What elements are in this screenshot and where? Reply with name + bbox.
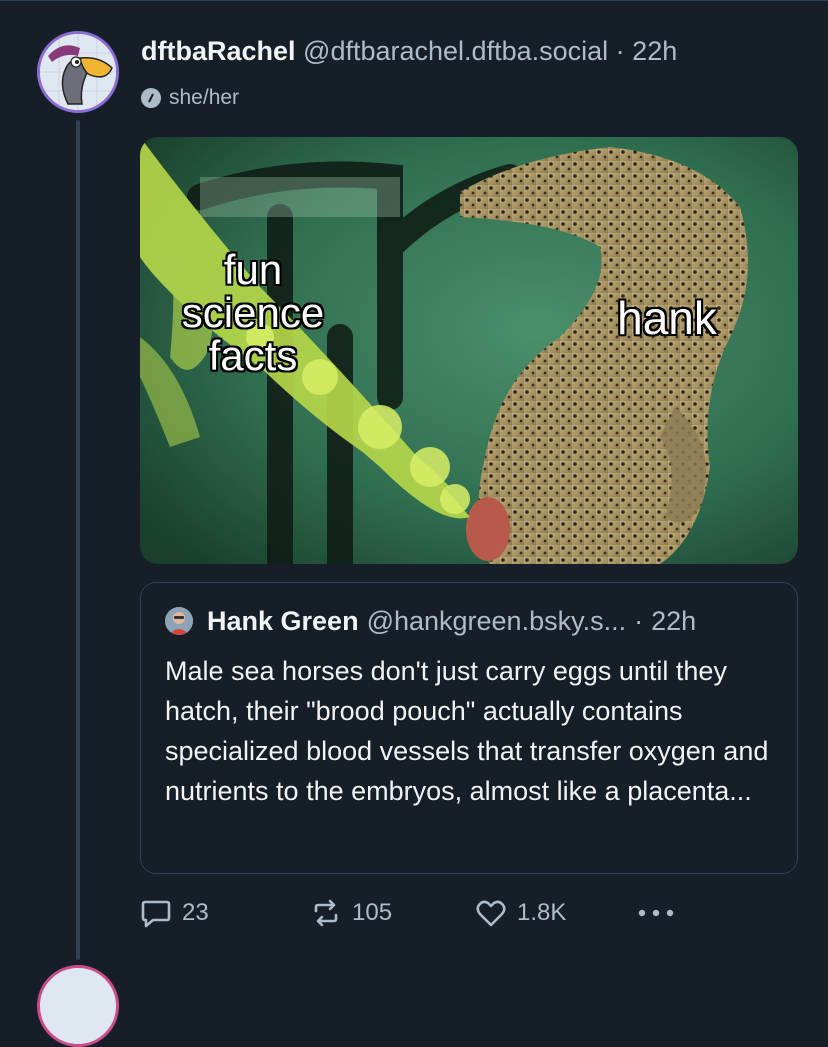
post-time[interactable]: 22h (632, 36, 677, 66)
handle[interactable]: @dftbarachel.dftba.social (303, 36, 608, 66)
separator-dot: · (615, 36, 625, 66)
pelican-avatar-icon (40, 34, 116, 110)
meme-label-right: hank (617, 292, 717, 344)
heart-icon (476, 900, 506, 927)
reply-icon (141, 900, 171, 928)
repost-count: 105 (352, 899, 393, 926)
more-dots-icon (638, 909, 674, 917)
next-post-avatar[interactable] (37, 965, 119, 1047)
quote-text: Male sea horses don't just carry eggs un… (165, 656, 769, 806)
pronouns-icon (141, 88, 161, 108)
pronouns-label: she/her (169, 86, 240, 109)
quote-display-name[interactable]: Hank Green (207, 606, 359, 637)
quote-handle[interactable]: @hankgreen.bsky.s... (367, 606, 627, 637)
post-image[interactable]: fun science facts hank (140, 137, 798, 564)
thread-line (76, 120, 80, 960)
like-button[interactable]: 1.8K (475, 893, 566, 933)
meme-label-left: fun science facts (168, 248, 338, 377)
reply-button[interactable]: 23 (140, 893, 209, 933)
post-header: dftbaRachel @dftbarachel.dftba.social · … (141, 33, 821, 69)
top-divider (0, 0, 828, 6)
like-count: 1.8K (517, 899, 567, 926)
quote-header: Hank Green @hankgreen.bsky.s... · 22h (165, 603, 773, 639)
pronouns-row: she/her (141, 84, 239, 112)
quote-time[interactable]: 22h (651, 606, 696, 637)
quote-separator-dot: · (634, 605, 644, 636)
person-avatar-icon (165, 607, 193, 635)
display-name[interactable]: dftbaRachel (141, 36, 296, 66)
post-actions: 23 105 1.8K (140, 893, 700, 933)
meme-label-left-line: science (181, 289, 325, 336)
quoted-post[interactable]: Hank Green @hankgreen.bsky.s... · 22h Ma… (140, 582, 798, 874)
meme-label-left-line: facts (208, 332, 298, 379)
repost-button[interactable]: 105 (310, 893, 392, 933)
meme-label-left-line: fun (223, 246, 283, 293)
quote-avatar[interactable] (165, 607, 193, 635)
repost-icon (314, 899, 338, 927)
reply-count: 23 (182, 899, 209, 926)
more-options-button[interactable] (636, 893, 686, 933)
avatar[interactable] (37, 31, 119, 113)
